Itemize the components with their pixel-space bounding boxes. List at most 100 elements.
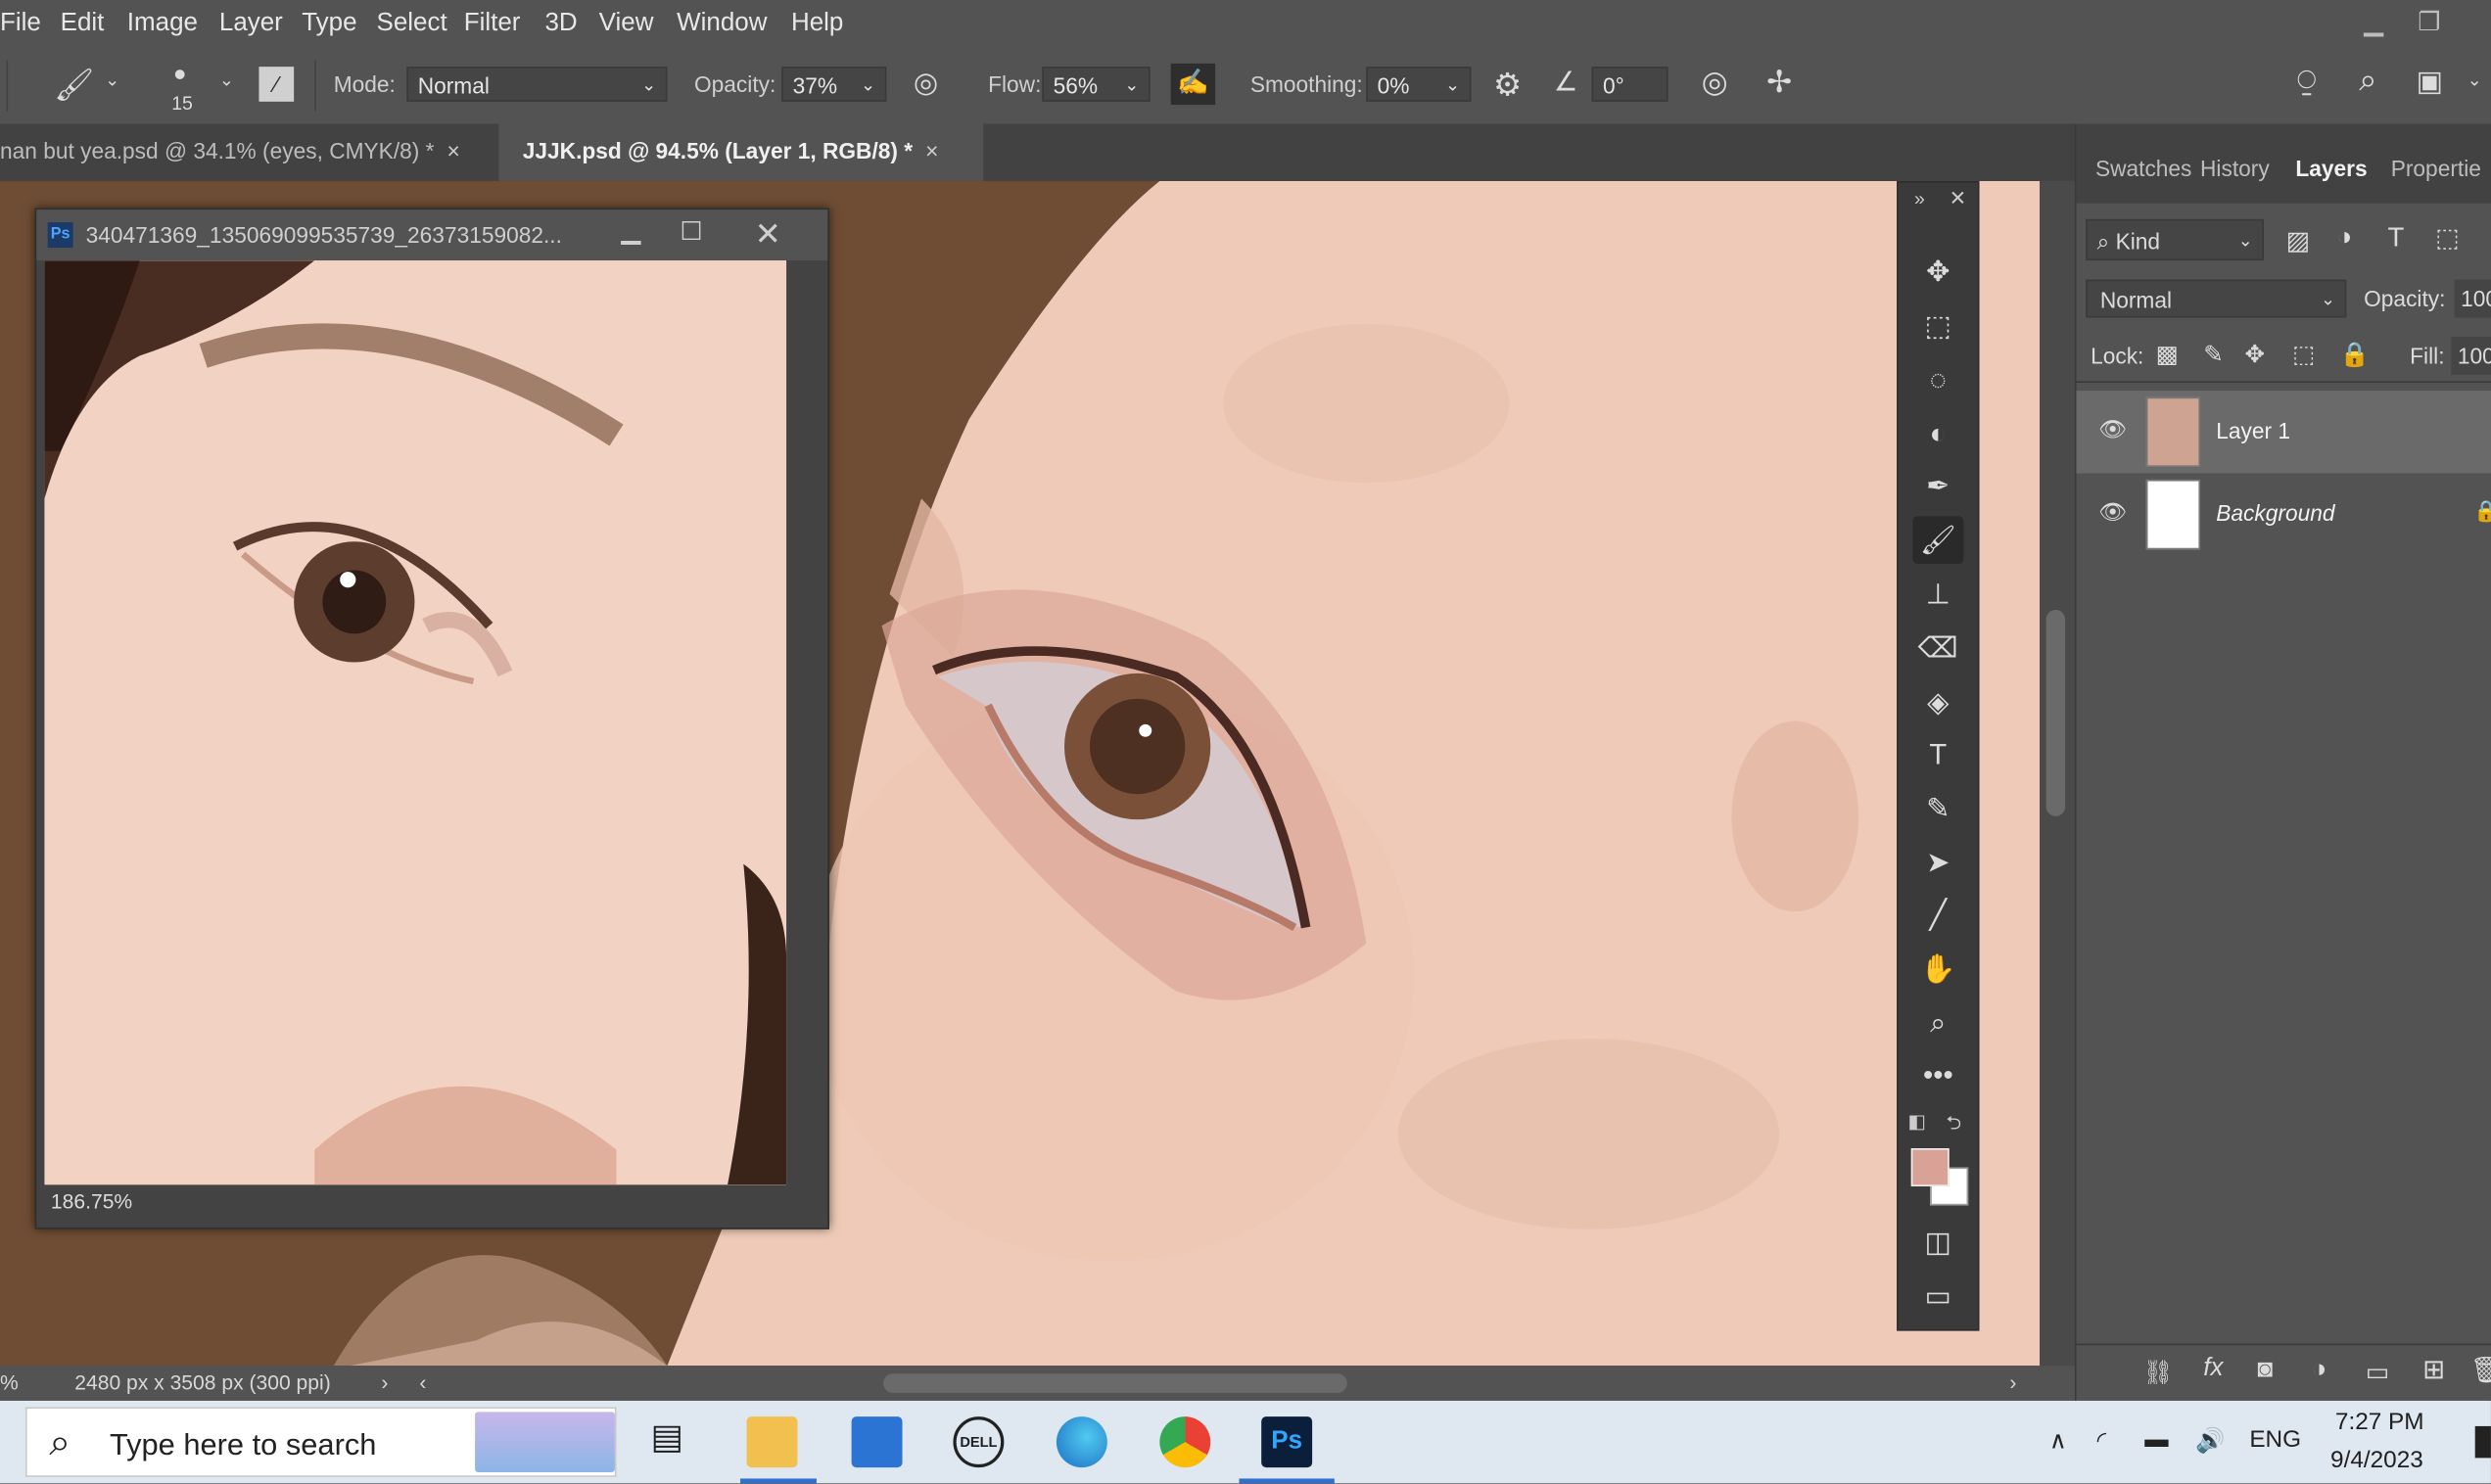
type-tool-icon[interactable]: T [1912,730,1963,778]
wifi-icon[interactable]: ◜ [2097,1426,2106,1456]
mode-select[interactable]: Normal ⌄ [406,67,668,102]
chevron-down-icon[interactable]: ⌄ [105,70,119,90]
menu-filter[interactable]: Filter [464,10,521,38]
taskbar-search[interactable]: ⌕ Type here to search [24,1407,617,1477]
symmetry-icon[interactable]: ✢ [1766,66,1792,102]
marquee-tool-icon[interactable]: ⬚ [1912,301,1963,349]
quick-select-tool-icon[interactable]: ◐ [1912,410,1963,458]
zoom-tool-icon[interactable]: ⌕ [1912,998,1963,1046]
fill-value[interactable]: 100 [2451,336,2491,375]
paint-bucket-tool-icon[interactable]: ◈ [1912,678,1963,726]
menu-layer[interactable]: Layer [219,10,283,38]
tab-properties[interactable]: Propertie [2391,156,2481,181]
brush-settings-icon[interactable]: ⁄ [258,67,295,102]
minimize-icon[interactable]: ▁ [621,214,640,246]
dell-icon[interactable]: DELL [953,1416,1005,1468]
filter-shape-icon[interactable]: ⬚ [2435,222,2460,254]
blend-mode-select[interactable]: Normal ⌄ [2086,279,2347,318]
workspace-icon[interactable]: ▣ [2417,66,2444,99]
move-tool-icon[interactable]: ✥ [1912,248,1963,296]
minimize-icon[interactable]: ▁ [2364,6,2383,37]
language-indicator[interactable]: ENG [2249,1426,2301,1454]
reference-titlebar[interactable]: Ps 340471369_135069099535739_26373159082… [36,209,828,261]
lock-all-icon[interactable]: 🔒 [2340,340,2370,369]
flow-field[interactable]: 56% ⌄ [1042,67,1151,102]
menu-view[interactable]: View [599,10,654,38]
airbrush-icon[interactable]: ✍ [1170,63,1216,106]
eye-icon[interactable]: 👁 [2098,498,2127,526]
path-select-tool-icon[interactable]: ➤ [1912,839,1963,887]
tab-swatches[interactable]: Swatches [2095,156,2191,181]
close-icon[interactable]: × [446,138,459,163]
stamp-tool-icon[interactable]: ⊥ [1912,570,1963,618]
folder-icon[interactable]: ▭ [2366,1357,2390,1388]
default-colors-icon[interactable]: ◧ [1908,1110,1926,1133]
filter-image-icon[interactable]: ▨ [2286,225,2311,256]
chevron-down-icon[interactable]: ⌄ [219,70,234,90]
pressure-size-icon[interactable]: ◎ [1702,66,1728,102]
zoom-level[interactable]: % [0,1370,19,1394]
collapse-icon[interactable]: » [1914,187,1925,209]
tab-layers[interactable]: Layers [2295,156,2367,181]
chevron-right-icon[interactable]: › [381,1370,388,1394]
more-tools-icon[interactable]: ••• [1912,1051,1963,1099]
lock-paint-icon[interactable]: ✎ [2203,340,2223,369]
smoothing-field[interactable]: 0% ⌄ [1366,67,1472,102]
adjustment-icon[interactable]: ◑ [2312,1357,2327,1385]
maximize-icon[interactable]: ☐ [680,216,702,248]
scroll-thumb[interactable] [2045,610,2066,816]
chevron-up-icon[interactable]: ∧ [2049,1426,2067,1456]
foreground-color-swatch[interactable] [1910,1147,1950,1186]
menu-help[interactable]: Help [791,10,843,38]
menu-window[interactable]: Window [677,10,767,38]
notification-icon[interactable] [2474,1425,2491,1459]
lock-position-icon[interactable]: ✥ [2244,340,2264,369]
menu-type[interactable]: Type [302,10,356,38]
menu-file[interactable]: File [0,10,41,38]
scroll-left-icon[interactable]: ‹ [419,1370,426,1394]
hand-tool-icon[interactable]: ✋ [1912,945,1963,993]
restore-icon[interactable]: ❐ [2418,6,2440,37]
eyedropper-tool-icon[interactable]: ✒ [1912,462,1963,510]
fx-icon[interactable]: fx [2203,1355,2223,1383]
eye-icon[interactable]: 👁 [2098,416,2127,443]
file-explorer-icon[interactable] [746,1416,798,1468]
pen-tool-icon[interactable]: ✎ [1912,784,1963,832]
menu-3d[interactable]: 3D [544,10,577,38]
chrome-icon[interactable] [1159,1416,1211,1468]
chevron-down-icon[interactable]: ⌄ [2468,70,2482,90]
filter-type-icon[interactable]: T [2387,222,2404,254]
quick-mask-icon[interactable]: ◫ [1912,1218,1963,1266]
layer-filter-select[interactable]: ⌕ Kind ⌄ [2086,218,2264,261]
swap-colors-icon[interactable]: ⮌ [1946,1108,1961,1141]
close-icon[interactable]: ✕ [755,214,781,255]
share-icon[interactable]: ⍜ [2297,64,2316,100]
tab-history[interactable]: History [2200,156,2270,181]
tab-jjjk-psd[interactable]: JJJK.psd @ 94.5% (Layer 1, RGB/8) * × [498,123,984,181]
scroll-right-icon[interactable]: › [2009,1370,2016,1394]
clock-date[interactable]: 9/4/2023 [2330,1447,2423,1474]
menu-image[interactable]: Image [127,10,198,38]
tab-nan-psd[interactable]: nan but yea.psd @ 34.1% (eyes, CMYK/8) *… [0,124,495,181]
brush-preset-icon[interactable]: 🖌 [54,66,94,106]
edge-icon[interactable] [1056,1416,1107,1468]
mask-icon[interactable]: ◙ [2257,1357,2273,1385]
lasso-tool-icon[interactable]: ◌ [1912,355,1963,403]
angle-field[interactable]: 0° [1591,67,1668,102]
lock-artboard-icon[interactable]: ⬚ [2292,340,2315,369]
store-icon[interactable] [851,1416,903,1468]
new-layer-icon[interactable]: ⊞ [2422,1355,2445,1386]
layer-row-background[interactable]: 👁 Background 🔒 [2076,473,2491,555]
horizontal-scroll-thumb[interactable] [883,1373,1347,1393]
screen-mode-icon[interactable]: ▭ [1912,1273,1963,1321]
layer-row-layer-1[interactable]: 👁 Layer 1 [2076,391,2491,474]
close-icon[interactable]: × [925,138,938,163]
eraser-tool-icon[interactable]: ⌫ [1912,625,1963,672]
trash-icon[interactable]: 🗑 [2470,1355,2491,1386]
search-icon[interactable]: ⌕ [2359,64,2376,100]
link-icon[interactable]: ⛓ [2143,1358,2174,1387]
line-tool-icon[interactable]: ╱ [1912,891,1963,939]
menu-select[interactable]: Select [377,10,447,38]
gear-icon[interactable]: ⚙ [1493,66,1522,106]
brush-tip-icon[interactable]: ● [173,61,187,86]
